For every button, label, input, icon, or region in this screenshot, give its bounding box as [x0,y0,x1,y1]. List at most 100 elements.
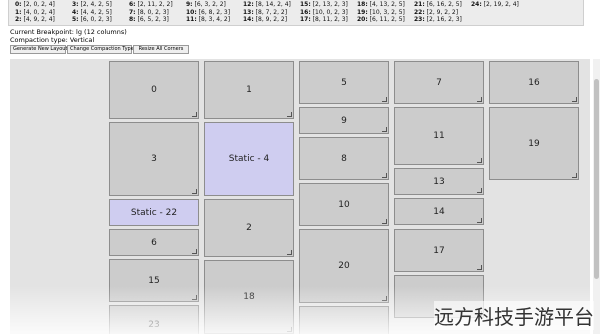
layout-entry: 14: [8, 9, 2, 2] [243,16,287,23]
layout-entry: 17: [8, 11, 2, 3] [300,16,348,23]
layout-entry-key: 11: [186,16,197,23]
resize-handle-icon[interactable] [382,127,387,132]
grid-item[interactable]: 18 [204,260,294,334]
resize-handle-icon[interactable] [382,173,387,178]
layout-entry-value: [6, 0, 2, 3] [78,16,112,23]
resize-handle-icon[interactable] [477,265,482,270]
layout-entry: 5: [6, 0, 2, 3] [72,16,112,23]
grid-item[interactable]: 20 [299,229,389,303]
grid-item-label: 1 [246,85,252,95]
layout-entry-key: 22: [414,8,425,16]
resize-handle-icon[interactable] [287,327,292,332]
grid-item-label: 5 [341,77,347,88]
grid-item[interactable]: 1 [204,61,294,119]
grid-item-static: Static - 4 [204,122,294,196]
layout-entry: 2: [4, 9, 2, 4] [15,16,55,23]
grid-item[interactable]: 0 [109,61,199,119]
resize-handle-icon[interactable] [572,97,577,102]
grid-item[interactable]: 8 [299,137,389,180]
layout-entry-value: [10, 3, 2, 5] [367,8,405,16]
resize-handle-icon[interactable] [287,250,292,255]
layout-entry-value: [8, 11, 2, 3] [310,16,348,23]
generate-layout-button[interactable]: Generate New Layout [10,45,67,54]
layout-entry-key: 16: [300,8,311,16]
grid-item[interactable]: 9 [299,107,389,134]
grid-item-label: 13 [433,176,445,187]
resize-handle-icon[interactable] [477,218,482,223]
layout-entry-key: 6: [129,1,136,8]
grid-item[interactable]: 2 [204,199,294,257]
grid-item[interactable]: 14 [394,198,484,225]
layout-entry-key: 20: [357,16,368,23]
vertical-scrollbar[interactable] [593,59,600,334]
resize-handle-icon[interactable] [572,173,577,178]
resize-corners-button[interactable]: Resize All Corners [133,45,189,54]
grid-item-label: 6 [151,237,157,248]
layout-entry-value: [2, 13, 2, 3] [310,1,348,8]
layout-entry-key: 13: [243,8,254,16]
grid-item[interactable]: 15 [109,259,199,302]
grid-item[interactable]: 11 [394,107,484,165]
layout-entry-key: 7: [129,8,136,16]
resize-handle-icon[interactable] [192,112,197,117]
grid-item[interactable]: 17 [394,229,484,272]
grid-item[interactable]: 16 [489,61,579,104]
grid-item-label: Static - 22 [130,207,178,218]
layout-entry-value: [6, 3, 2, 2] [192,1,226,8]
grid-item[interactable]: 6 [109,229,199,256]
layout-entry-value: [6, 8, 2, 3] [196,8,231,16]
grid-item[interactable] [299,306,389,334]
layout-entry: 16: [10, 0, 2, 3] [300,9,348,16]
grid-item[interactable]: 19 [489,107,579,180]
resize-handle-icon[interactable] [192,189,197,194]
resize-handle-icon[interactable] [192,295,197,300]
grid-item[interactable]: 7 [394,61,484,104]
grid-item-label: 18 [243,292,255,302]
layout-entry-value: [8, 9, 2, 2] [253,16,288,23]
resize-handle-icon[interactable] [477,158,482,163]
grid-item-label: 11 [433,131,445,141]
grid-item-label: 3 [151,154,157,164]
grid-item[interactable]: 5 [299,61,389,104]
layout-entry-key: 17: [300,16,311,23]
layout-entry-key: 10: [186,8,197,16]
layout-entry-value: [2, 9, 2, 2] [424,8,459,16]
resize-handle-icon[interactable] [477,97,482,102]
grid-item-label: 17 [433,245,445,256]
layout-entry-key: 12: [243,1,254,8]
layout-entry: 12: [8, 14, 2, 4] [243,1,291,8]
resize-handle-icon[interactable] [382,219,387,224]
layout-entry-key: 0: [15,1,22,8]
grid-item-label: 8 [341,153,347,164]
grid-item[interactable]: 23 [109,305,199,334]
resize-handle-icon[interactable] [477,188,482,193]
layout-entry: 9: [6, 3, 2, 2] [186,1,226,8]
grid-item-label: 14 [433,206,445,217]
change-compaction-button[interactable]: Change Compaction Type [67,45,134,54]
grid-item[interactable]: 13 [394,168,484,195]
compaction-info: Compaction type: Vertical [10,36,95,44]
grid-item-label: 19 [528,138,540,149]
grid-item-label: 15 [148,275,160,286]
layout-entry-value: [4, 13, 2, 5] [367,1,405,8]
resize-handle-icon[interactable] [192,249,197,254]
layout-entry: 10: [6, 8, 2, 3] [186,9,230,16]
resize-handle-icon[interactable] [382,97,387,102]
watermark-text: 远方科技手游平台 [434,301,594,330]
grid-item-label: 9 [341,115,347,126]
layout-entry-value: [8, 14, 2, 4] [253,1,291,8]
layout-entry: 20: [6, 11, 2, 5] [357,16,405,23]
layout-entry-key: 5: [72,16,79,23]
layout-entry-key: 8: [129,16,136,23]
breakpoint-info: Current Breakpoint: lg (12 columns) [10,28,127,36]
layout-entry-key: 15: [300,1,311,8]
grid-item-label: 23 [148,320,160,330]
resize-handle-icon[interactable] [382,296,387,301]
resize-handle-icon[interactable] [287,112,292,117]
layout-entry-value: [10, 0, 2, 3] [310,8,348,16]
layout-entry: 6: [2, 11, 2, 2] [129,1,173,8]
grid-item[interactable]: 10 [299,183,389,226]
grid-item[interactable]: 3 [109,122,199,196]
scrollbar-thumb[interactable] [594,79,599,279]
layout-entry-value: [4, 9, 2, 4] [21,16,55,23]
